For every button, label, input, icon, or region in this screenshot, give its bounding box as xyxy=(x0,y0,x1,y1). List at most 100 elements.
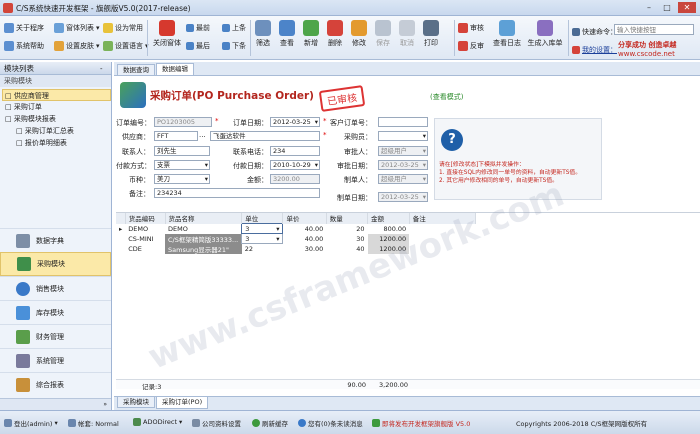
my-settings-link[interactable]: 我的设置： xyxy=(572,44,617,56)
last-record-button[interactable]: 最后 xyxy=(186,40,210,52)
table-row[interactable]: CS-MINI C/S框架精简版33333... 3 ▾ 40.00 30 120… xyxy=(116,233,476,244)
close-window-icon[interactable]: ✕ xyxy=(678,2,696,13)
record-count: 记录:3 xyxy=(142,383,162,391)
first-record-button[interactable]: 最前 xyxy=(186,22,210,34)
prev-record-button[interactable]: 上条 xyxy=(222,22,246,34)
company-settings-link[interactable]: 公司资料设置 xyxy=(192,418,241,428)
delete-button[interactable]: 删除 xyxy=(324,20,346,48)
approve-button[interactable]: 审核 xyxy=(458,22,484,34)
tree-item-supplier[interactable]: □ 供应商管理 xyxy=(2,89,111,101)
add-button[interactable]: 新增 xyxy=(300,20,322,48)
tab-purchase-order[interactable]: 采购订单(PO) xyxy=(156,397,209,409)
supplier-name-field[interactable]: 飞蛋达软件 xyxy=(210,131,320,141)
phone-field[interactable]: 234 xyxy=(270,146,320,156)
panel-collapse-icon[interactable]: » xyxy=(0,398,111,410)
command-icon xyxy=(572,28,580,36)
logout-button[interactable]: 登出(admin) ▾ xyxy=(4,418,58,428)
skin-button[interactable]: 设置皮肤 ▾ xyxy=(54,40,100,52)
language-button[interactable]: 设置语言▾ xyxy=(103,40,149,52)
amount-total: 3,200.00 xyxy=(379,381,408,389)
column-header[interactable]: 金额 xyxy=(367,213,410,224)
window-list-icon xyxy=(54,23,64,33)
supplier-lookup-button[interactable]: ... xyxy=(199,131,206,139)
print-button[interactable]: 打印 xyxy=(420,20,442,48)
detail-grid: 货品编码 货品名称 单位 单价 数量 金额 备注 ▸ DEMO DEMO 3 ▾ … xyxy=(116,212,700,391)
buyer-field[interactable]: ▾ xyxy=(378,131,428,141)
table-row[interactable]: CDE Samsung显示器21" 22 30.00 40 1200.00 xyxy=(116,243,476,254)
announcement[interactable]: 即将发布开发框架旗舰版 V5.0 xyxy=(372,418,470,428)
column-header[interactable]: 货品名称 xyxy=(165,213,243,224)
column-header[interactable]: 单价 xyxy=(282,213,327,224)
approver-field[interactable]: 超级用户 ▾ xyxy=(378,146,428,156)
panel-pin-icon[interactable]: ‑ xyxy=(100,65,103,73)
unapprove-button[interactable]: 反审 xyxy=(458,40,484,52)
create-date-label: 制单日期： xyxy=(337,194,372,202)
info-icon xyxy=(4,23,14,33)
column-header[interactable]: 数量 xyxy=(326,213,369,224)
tab-data-query[interactable]: 数据查询 xyxy=(117,64,155,75)
save-button[interactable]: 保存 xyxy=(372,20,394,48)
nav-inventory[interactable]: 库存模块 xyxy=(0,300,111,324)
window-list-button[interactable]: 窗体列表 ▾ xyxy=(54,22,100,34)
customer-order-field[interactable] xyxy=(378,117,428,127)
table-row[interactable]: ▸ DEMO DEMO 3 ▾ 40.00 20 800.00 xyxy=(116,223,476,234)
generate-receipt-button[interactable]: 生成入库单 xyxy=(526,20,564,48)
view-mode-label: (查看模式) xyxy=(430,93,464,101)
filter-button[interactable]: 筛选 xyxy=(252,20,274,48)
column-header[interactable]: 备注 xyxy=(409,213,477,224)
tab-data-edit[interactable]: 数据编辑 xyxy=(156,63,194,75)
announcement-icon xyxy=(372,419,380,427)
currency-field[interactable]: 美刀 ▾ xyxy=(154,174,210,184)
close-form-button[interactable]: 关闭窗体 xyxy=(152,20,182,48)
nav-system[interactable]: 系统管理 xyxy=(0,348,111,372)
minimize-icon[interactable]: – xyxy=(640,2,658,13)
view-button[interactable]: 查看 xyxy=(276,20,298,48)
tree-item-report[interactable]: □ 采购模块报表 xyxy=(2,113,111,125)
help-button[interactable]: 系统帮助 xyxy=(4,40,44,52)
amount-field[interactable]: 3200.00 xyxy=(270,174,320,184)
connection-mode[interactable]: ADODirect ▾ xyxy=(133,418,182,426)
edit-button[interactable]: 修改 xyxy=(348,20,370,48)
nav-purchase[interactable]: 采购模块 xyxy=(0,252,111,276)
approved-stamp: 已审核 xyxy=(318,85,366,112)
messages-link[interactable]: 您有(0)条未读消息 xyxy=(298,418,363,428)
nav-reports[interactable]: 综合报表 xyxy=(0,372,111,396)
maximize-icon[interactable]: □ xyxy=(658,2,676,13)
creator-field[interactable]: 超级用户 ▾ xyxy=(378,174,428,184)
approval-date-field[interactable]: 2012-03-25 ▾ xyxy=(378,160,428,170)
order-date-field[interactable]: 2012-03-25 ▾ xyxy=(270,117,320,127)
edit-icon xyxy=(351,20,367,36)
column-header[interactable]: 货品编码 xyxy=(125,213,166,224)
payment-date-label: 付款日期： xyxy=(233,162,268,170)
approval-date-label: 审批日期： xyxy=(337,162,372,170)
create-date-field[interactable]: 2012-03-25 ▾ xyxy=(378,192,428,202)
tab-purchase-module[interactable]: 采购模块 xyxy=(117,397,155,408)
order-no-field[interactable]: PO1203005 xyxy=(154,117,212,127)
tree-item-purchase-order[interactable]: □ 采购订单 xyxy=(2,101,111,113)
nav-sales[interactable]: 销售模块 xyxy=(0,276,111,300)
quick-command-input[interactable] xyxy=(614,24,694,35)
payment-date-field[interactable]: 2010-10-29 ▾ xyxy=(270,160,320,170)
supplier-code-field[interactable]: FFT xyxy=(154,131,198,141)
view-log-button[interactable]: 查看日志 xyxy=(490,20,524,48)
nav-finance[interactable]: 财务管理 xyxy=(0,324,111,348)
qty-total: 90.00 xyxy=(347,381,366,389)
payment-method-field[interactable]: 支票 ▾ xyxy=(154,160,210,170)
refresh-cache-link[interactable]: 刷新缓存 xyxy=(252,418,288,428)
contact-field[interactable]: 刘先生 xyxy=(154,146,210,156)
purchase-order-icon xyxy=(120,82,146,108)
close-form-icon xyxy=(159,20,175,36)
tree-item-quote-report[interactable]: □ 报价单明细表 xyxy=(2,137,111,149)
nav-data-dictionary[interactable]: 数据字典 xyxy=(0,228,111,252)
content-area: 数据查询 数据编辑 采购订单(PO Purchase Order) 已审核 (查… xyxy=(114,62,700,410)
column-header[interactable]: 单位 xyxy=(241,213,284,224)
help-icon xyxy=(4,41,14,51)
remark-field[interactable]: 234234 xyxy=(154,188,320,198)
tree-item-summary-report[interactable]: □ 采购订单汇总表 xyxy=(2,125,111,137)
star-icon xyxy=(103,23,113,33)
module-list-header: 模块列表 xyxy=(0,62,111,75)
next-record-button[interactable]: 下条 xyxy=(222,40,246,52)
cancel-button[interactable]: 取消 xyxy=(396,20,418,48)
about-button[interactable]: 关于程序 xyxy=(4,22,44,34)
set-favorite-button[interactable]: 设为常用 xyxy=(103,22,149,34)
